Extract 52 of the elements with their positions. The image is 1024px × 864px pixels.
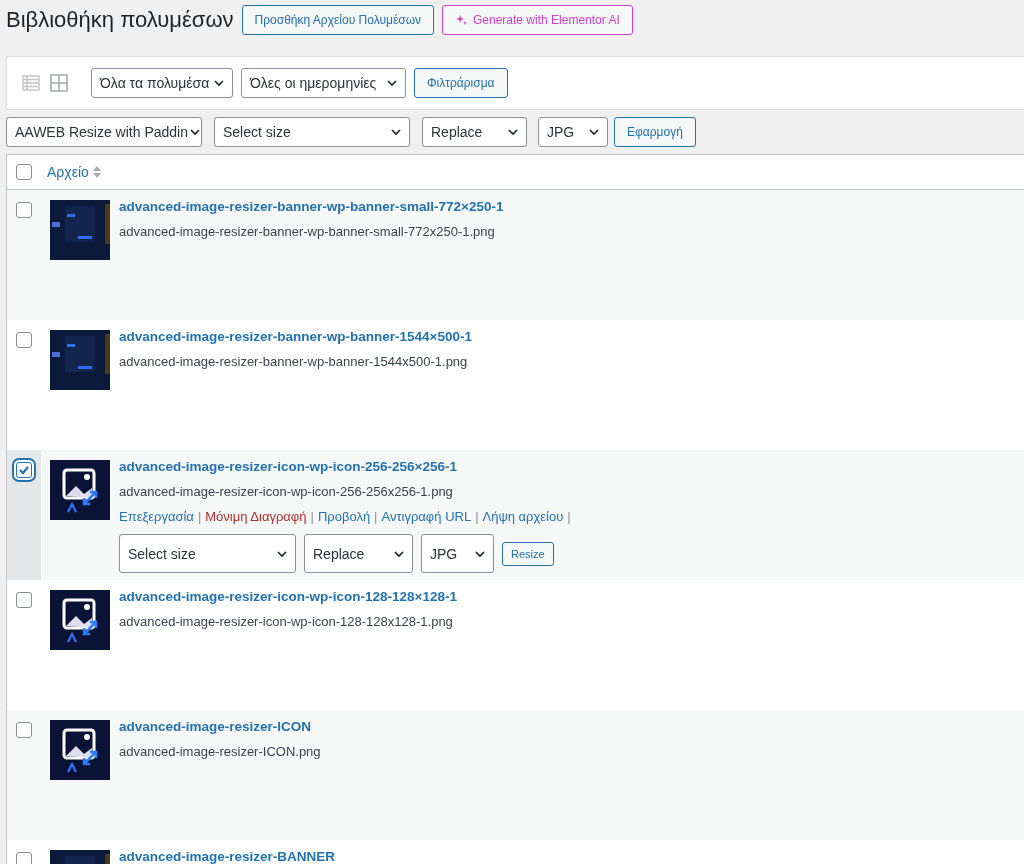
ai-generate-button[interactable]: Generate with Elementor AI: [442, 5, 633, 35]
format-select[interactable]: JPG: [538, 117, 608, 147]
image-resize-thumbnail-drawing: [50, 590, 110, 650]
date-select[interactable]: Όλες οι ημερομηνίες: [241, 68, 406, 98]
check-icon: [18, 464, 30, 476]
file-title-link[interactable]: advanced-image-resizer-banner-wp-banner-small-772×250-1: [119, 199, 504, 214]
banner-thumbnail-drawing: [50, 200, 110, 260]
size-select[interactable]: Select size: [214, 117, 410, 147]
banner-thumbnail-drawing: [50, 330, 110, 390]
row-mode-select[interactable]: Replace: [304, 534, 413, 573]
file-title-link[interactable]: advanced-image-resizer-BANNER: [119, 849, 336, 864]
mode-select[interactable]: Replace: [422, 117, 527, 147]
delete-link[interactable]: Μόνιμη Διαγραφή: [205, 509, 307, 524]
row-format-select[interactable]: JPG: [421, 534, 494, 573]
row-checkbox[interactable]: [16, 202, 32, 218]
separator: |: [197, 509, 202, 524]
file-title-link[interactable]: advanced-image-resizer-ICON: [119, 719, 321, 734]
file-title-link[interactable]: advanced-image-resizer-icon-wp-icon-128-128×128-1: [119, 589, 457, 604]
action-link[interactable]: Επεξεργασία: [119, 509, 194, 524]
action-link[interactable]: Λήψη αρχείου: [482, 509, 564, 524]
list-view-icon[interactable]: [21, 73, 41, 93]
grid-view-icon[interactable]: [49, 73, 69, 93]
file-name: advanced-image-resizer-banner-wp-banner-1544x500-1.png: [119, 354, 469, 369]
page-title: Βιβλιοθήκη πολυμέσων: [6, 7, 234, 33]
file-title-link[interactable]: advanced-image-resizer-banner-wp-banner-1544×500-1: [119, 329, 472, 344]
image-resize-thumbnail-drawing: [50, 460, 110, 520]
add-media-button[interactable]: Προσθήκη Αρχείου Πολυμέσων: [241, 5, 434, 35]
separator: |: [310, 509, 314, 524]
column-header[interactable]: Αρχείο: [47, 164, 101, 180]
file-name: advanced-image-resizer-ICON.png: [119, 744, 321, 759]
action-link[interactable]: Αντιγραφή URL: [381, 509, 472, 524]
row-checkbox[interactable]: [16, 332, 32, 348]
row-checkbox[interactable]: [16, 852, 32, 864]
file-name: advanced-image-resizer-banner-wp-banner-small-772x250-1.png: [119, 224, 496, 239]
resize-button[interactable]: Resize: [502, 541, 554, 566]
filter-button[interactable]: Φιλτράρισμα: [414, 68, 508, 98]
separator: |: [475, 509, 479, 524]
row-checkbox[interactable]: [16, 722, 32, 738]
sparkle-icon: [455, 14, 467, 26]
file-name: advanced-image-resizer-icon-wp-icon-256-256x256-1.png: [119, 484, 454, 499]
select-all-checkbox[interactable]: [16, 164, 32, 180]
separator: |: [567, 509, 571, 524]
action-link[interactable]: Προβολή: [317, 509, 371, 524]
row-checkbox[interactable]: [16, 592, 32, 608]
apply-button[interactable]: Εφαρμογή: [614, 117, 696, 147]
bulk-action-select[interactable]: AAWEB Resize with Paddin: [6, 117, 202, 147]
image-resize-thumbnail-drawing: [50, 720, 110, 780]
row-size-select[interactable]: Select size: [119, 534, 296, 573]
file-title-link[interactable]: advanced-image-resizer-icon-wp-icon-256-256×256-1: [119, 459, 571, 474]
file-name: advanced-image-resizer-icon-wp-icon-128-128x128-1.png: [119, 614, 454, 629]
separator: |: [374, 509, 378, 524]
media-type-select[interactable]: Όλα τα πολυμέσα: [91, 68, 233, 98]
